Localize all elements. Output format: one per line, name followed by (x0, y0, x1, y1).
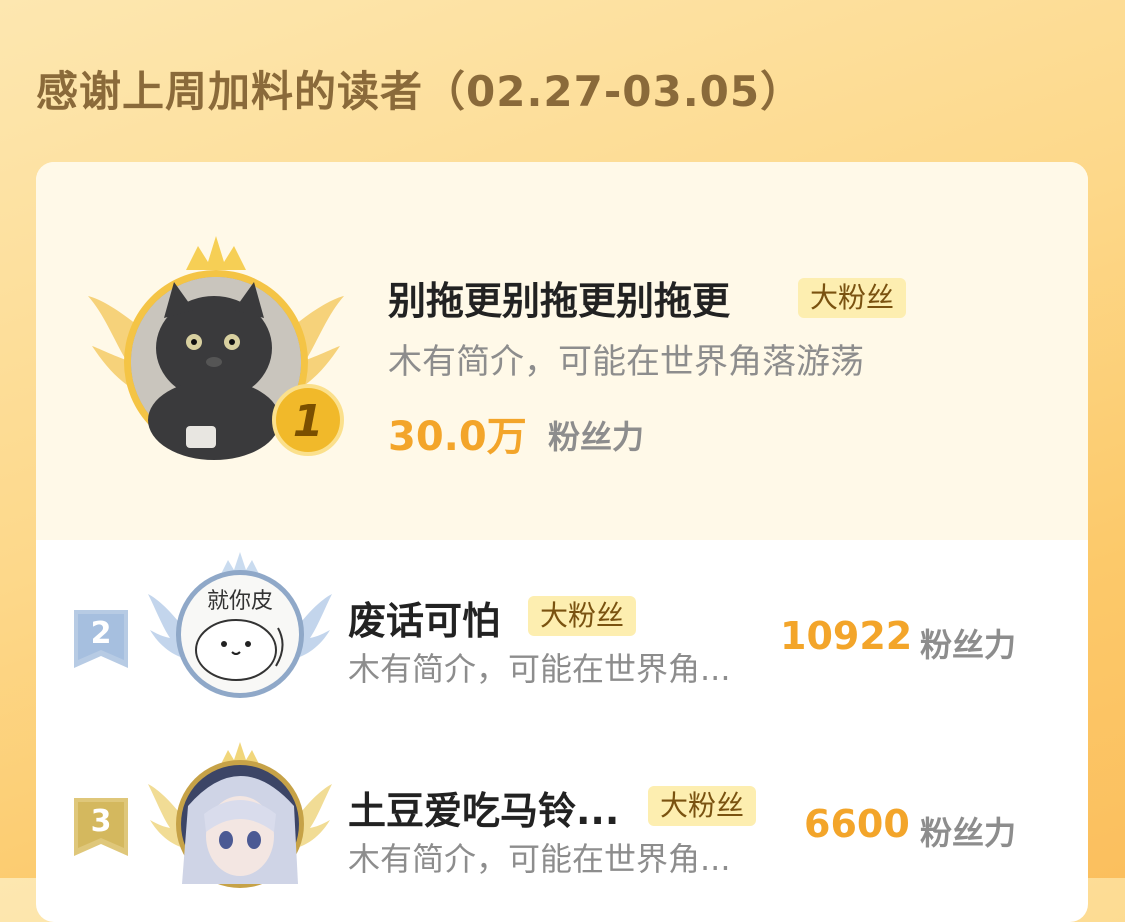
avatar-2[interactable]: 就你皮 (148, 546, 332, 706)
fan-badge: 大粉丝 (648, 786, 756, 826)
fan-power-unit: 粉丝力 (920, 814, 1017, 852)
fan-power-value: 6600 (804, 802, 910, 846)
reader-intro: 木有简介，可能在世界角落游荡 (388, 342, 864, 382)
rank-tag-2: 2 (74, 610, 128, 668)
reader-intro: 木有简介，可能在世界角... (348, 650, 731, 688)
avatar-caption: 就你皮 (207, 589, 273, 614)
svg-text:1: 1 (293, 396, 324, 447)
fan-power-value: 30.0万 (388, 414, 527, 460)
reader-ranking-card: 1 别拖更别拖更别拖更 大粉丝 木有简介，可能在世界角落游荡 30.0万 粉丝力… (36, 162, 1088, 922)
fan-badge: 大粉丝 (798, 278, 906, 318)
rank-number: 2 (90, 616, 112, 651)
reader-name[interactable]: 别拖更别拖更别拖更 (388, 270, 730, 325)
reader-name[interactable]: 废话可怕 (348, 590, 500, 645)
rank-number: 3 (90, 804, 112, 839)
page-title: 感谢上周加料的读者（02.27-03.05） (36, 67, 804, 116)
fan-power-value: 10922 (780, 614, 913, 658)
crown-icon (186, 236, 246, 270)
avatar-3[interactable] (148, 736, 332, 896)
fan-badge: 大粉丝 (528, 596, 636, 636)
fan-power-unit: 粉丝力 (920, 626, 1017, 664)
avatar-1[interactable]: 1 (86, 230, 346, 470)
reader-name[interactable]: 土豆爱吃马铃... (348, 780, 619, 835)
rank-tag-3: 3 (74, 798, 128, 856)
reader-intro: 木有简介，可能在世界角... (348, 840, 731, 878)
fan-power-unit: 粉丝力 (548, 418, 645, 456)
